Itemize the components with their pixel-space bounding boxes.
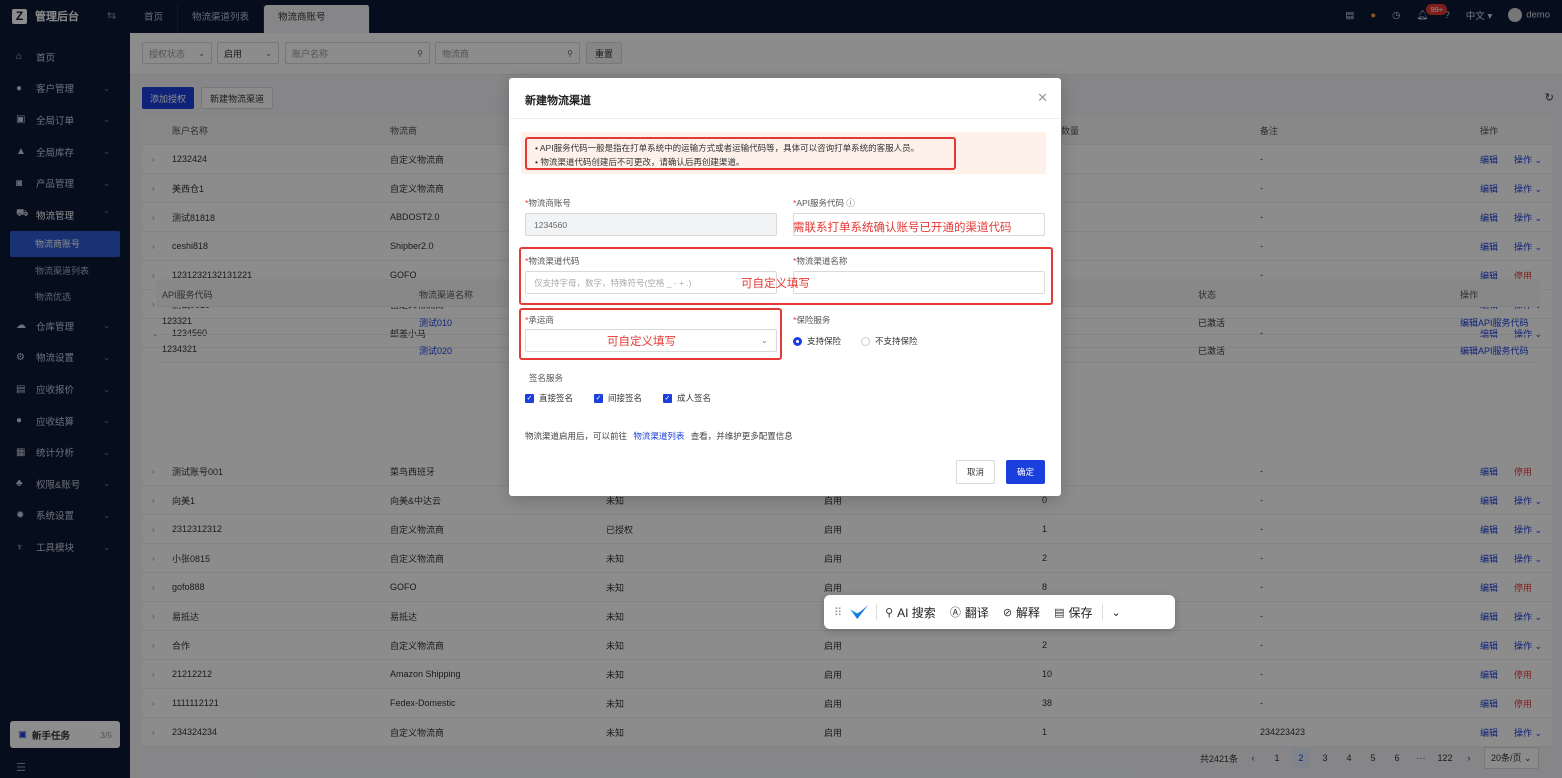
divider xyxy=(509,118,1061,119)
drag-handle-icon[interactable]: ⠿ xyxy=(834,606,842,619)
indirect-signature-checkbox[interactable]: ✓ 间接签名 xyxy=(594,392,642,404)
channel-list-link[interactable]: 物流渠道列表 xyxy=(633,431,684,441)
channel-code-input[interactable]: 仅支持字母，数字，特殊符号(空格 _ - + .) xyxy=(525,271,777,294)
new-channel-modal: 新建物流渠道 ✕ • API服务代码一般是指在打单系统中的运输方式或者运输代码等… xyxy=(509,78,1061,496)
save-button[interactable]: ▤ 保存 xyxy=(1054,604,1092,621)
api-code-annotation: 需联系打单系统确认账号已开通的渠道代码 xyxy=(793,222,1012,234)
ai-search-button[interactable]: ⚲ AI 搜索 xyxy=(885,604,936,621)
help-icon: ⓘ xyxy=(846,198,855,208)
carrier-account-label: *物流商账号 xyxy=(525,198,571,208)
ai-floating-toolbar: ⠿ ⚲ AI 搜索 Ⓐ 翻译 ⊘ 解释 ▤ 保存 ⌄ xyxy=(824,595,1175,629)
confirm-button[interactable]: 确定 xyxy=(1006,460,1046,484)
channel-code-label: *物流渠道代码 xyxy=(525,256,580,266)
api-code-label: *API服务代码 ⓘ xyxy=(793,198,855,208)
adult-signature-checkbox[interactable]: ✓ 成人签名 xyxy=(663,392,711,404)
close-icon[interactable]: ✕ xyxy=(1037,90,1048,106)
insurance-label: *保险服务 xyxy=(793,315,831,325)
doc-icon: ▤ xyxy=(1054,606,1065,619)
carrier-account-input[interactable]: 1234560 xyxy=(525,213,777,236)
explain-button[interactable]: ⊘ 解释 xyxy=(1003,604,1040,621)
annotation-frame xyxy=(525,137,956,170)
search-icon: ⚲ xyxy=(885,606,894,619)
modal-title: 新建物流渠道 xyxy=(525,95,591,107)
translate-icon: Ⓐ xyxy=(949,607,961,619)
channel-name-input[interactable] xyxy=(793,271,1045,294)
signature-label: 签名服务 xyxy=(529,373,564,383)
insurance-yes-radio[interactable]: 支持保险 xyxy=(793,335,841,347)
translate-button[interactable]: Ⓐ 翻译 xyxy=(950,604,989,621)
channel-name-label: *物流渠道名称 xyxy=(793,256,848,266)
chevron-down-icon[interactable]: ⌄ xyxy=(1111,606,1120,619)
custom-fill-annotation: 可自定义填写 xyxy=(607,336,676,348)
direct-signature-checkbox[interactable]: ✓ 直接签名 xyxy=(525,392,573,404)
carrier-label: *承运商 xyxy=(525,315,554,325)
explain-icon: ⊘ xyxy=(1002,606,1013,619)
enable-hint: 物流渠道启用后，可以前往 物流渠道列表 查看，并维护更多配置信息 xyxy=(525,431,793,441)
cancel-button[interactable]: 取消 xyxy=(956,460,996,484)
insurance-no-radio[interactable]: 不支持保险 xyxy=(861,335,918,347)
custom-fill-annotation: 可自定义填写 xyxy=(741,278,810,290)
ai-logo-icon[interactable] xyxy=(850,605,869,619)
